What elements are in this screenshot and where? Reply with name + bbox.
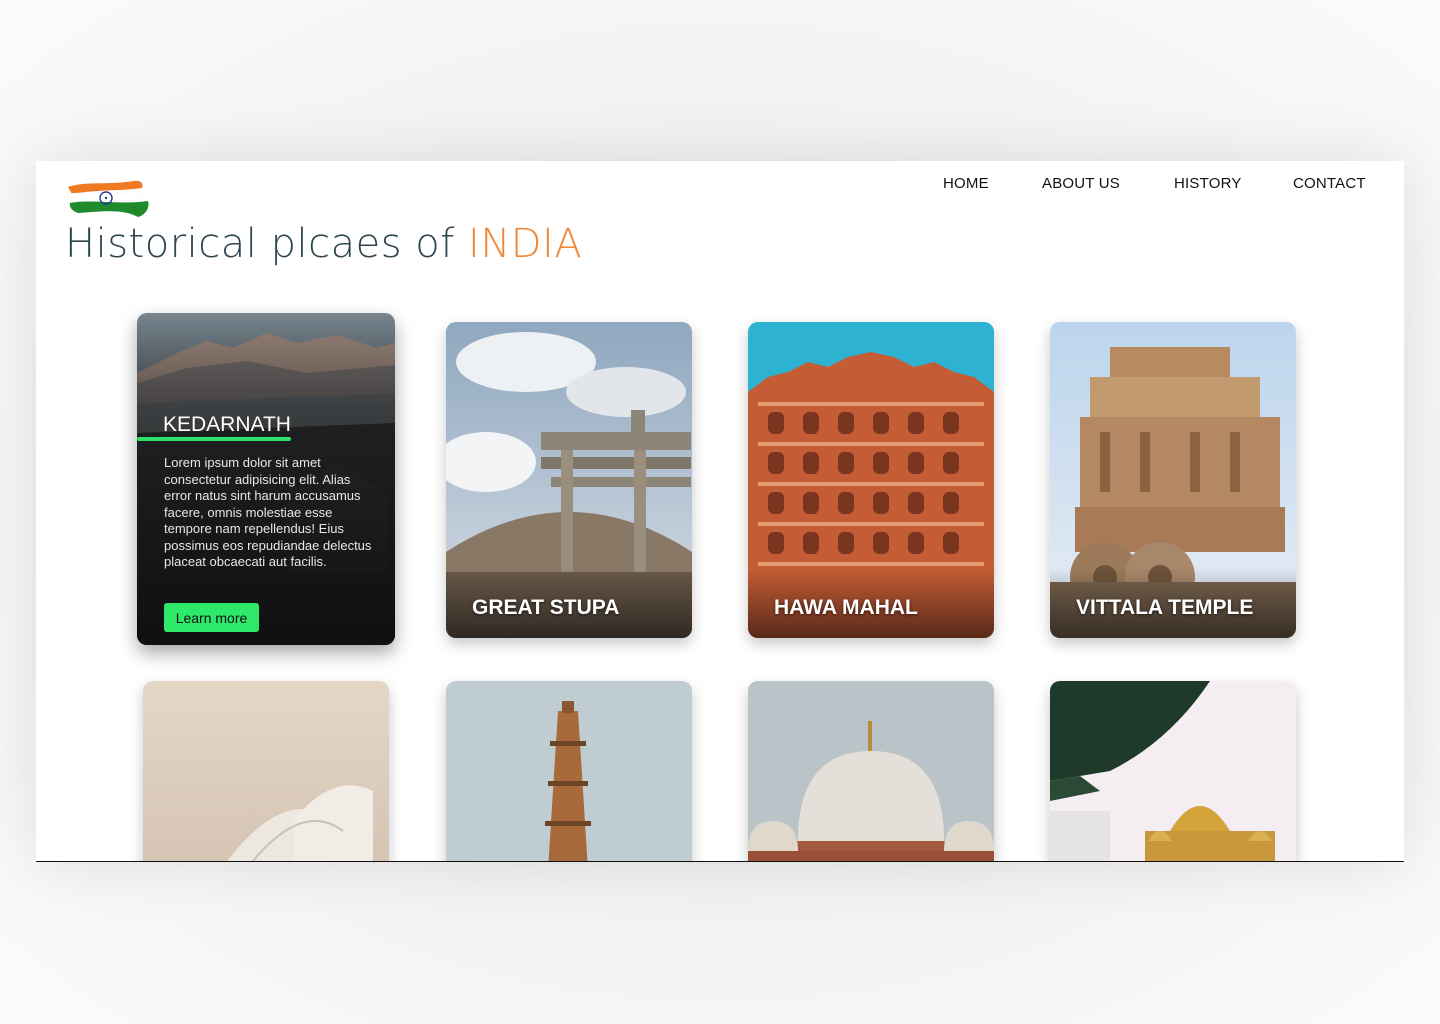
card-description: Lorem ipsum dolor sit amet consectetur a… (164, 455, 372, 569)
page-title-accent: INDIA (468, 221, 583, 267)
page-title: Historical plcaes of INDIA (65, 221, 582, 267)
card-hawa-mahal[interactable]: HAWA MAHAL (748, 322, 994, 638)
humayun-tomb-image (748, 681, 994, 861)
card-title: HAWA MAHAL (774, 596, 918, 619)
nav-home[interactable]: HOME (943, 175, 989, 192)
qutub-minar-image (446, 681, 692, 861)
card-vittala-temple[interactable]: VITTALA TEMPLE (1050, 322, 1296, 638)
title-underline (137, 437, 291, 441)
nav-history[interactable]: HISTORY (1174, 175, 1242, 192)
card-humayun-tomb[interactable] (748, 681, 994, 861)
nav-contact[interactable]: CONTACT (1293, 175, 1366, 192)
card-qutub-minar[interactable] (446, 681, 692, 861)
page-frame: Historical plcaes of INDIA HOME ABOUT US… (36, 161, 1404, 862)
india-flag-logo (66, 180, 149, 217)
card-great-stupa[interactable]: GREAT STUPA (446, 322, 692, 638)
card-title: VITTALA TEMPLE (1076, 596, 1254, 619)
card-title: GREAT STUPA (472, 596, 620, 619)
golden-temple-image (1050, 681, 1296, 861)
card-golden-temple[interactable] (1050, 681, 1296, 861)
learn-more-button[interactable]: Learn more (164, 603, 259, 632)
nav-about-us[interactable]: ABOUT US (1042, 175, 1120, 192)
lotus-temple-image (143, 681, 389, 861)
card-lotus-temple[interactable] (143, 681, 389, 861)
card-kedarnath[interactable]: KEDARNATH Lorem ipsum dolor sit amet con… (137, 313, 395, 645)
card-title: KEDARNATH (163, 413, 291, 436)
page-title-main: Historical plcaes of (65, 221, 469, 267)
